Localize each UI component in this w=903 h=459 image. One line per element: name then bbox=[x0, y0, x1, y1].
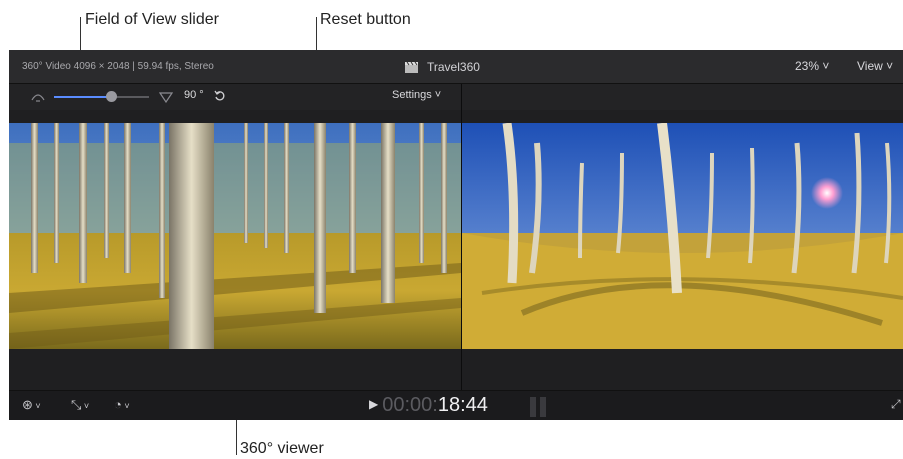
project-title: Travel360 bbox=[427, 60, 480, 74]
playback-bar: ⊛ ˅ ⤡ ˅ ◔ ˅ ▶ 00:00:18:44 ⤢ bbox=[9, 390, 903, 420]
viewer-header: 360° Video 4096 × 2048 | 59.94 fps, Ster… bbox=[9, 50, 903, 84]
audio-meter-icon bbox=[530, 397, 548, 417]
wide-fov-icon bbox=[159, 92, 173, 103]
fov-slider-fill bbox=[54, 96, 111, 98]
chevron-down-icon: ˅ bbox=[81, 401, 90, 411]
speedometer-icon: ◔ bbox=[114, 397, 122, 412]
transform-tools-menu[interactable]: ⤡ ˅ bbox=[71, 397, 89, 413]
reset-icon[interactable] bbox=[214, 90, 226, 102]
timecode-value: 18:44 bbox=[437, 394, 488, 416]
chevron-down-icon: ˅ bbox=[32, 401, 41, 411]
fov-value: 90 ° bbox=[184, 89, 204, 101]
settings-menu[interactable]: Settings ˅ bbox=[392, 89, 441, 101]
viewer-divider bbox=[461, 84, 462, 390]
timecode-display: ▶ 00:00:18:44 bbox=[369, 394, 488, 417]
fov-slider-knob[interactable] bbox=[106, 91, 117, 102]
viewer-options-menu[interactable]: ⊛ ˅ bbox=[22, 397, 41, 413]
callout-fov-slider: Field of View slider bbox=[85, 11, 219, 28]
timecode-leading: 00:00: bbox=[382, 394, 438, 416]
project-title-group: Travel360 bbox=[405, 60, 480, 74]
viewer-360-image[interactable] bbox=[9, 123, 461, 349]
view-menu[interactable]: View ˅ bbox=[857, 59, 893, 73]
retime-menu[interactable]: ◔ ˅ bbox=[114, 397, 130, 412]
zoom-menu[interactable]: 23% ˅ bbox=[795, 59, 829, 73]
narrow-fov-icon bbox=[31, 94, 45, 102]
360-viewer-icon: ⊛ bbox=[22, 397, 33, 412]
final-cut-viewer-window: 360° Video 4096 × 2048 | 59.94 fps, Ster… bbox=[9, 50, 903, 420]
equirect-toolbar bbox=[462, 84, 903, 110]
clapperboard-icon bbox=[405, 61, 418, 73]
chevron-down-icon: ˅ bbox=[121, 401, 130, 411]
equirectangular-preview bbox=[462, 123, 903, 349]
callout-360-viewer: 360° viewer bbox=[240, 440, 324, 457]
video-format-info: 360° Video 4096 × 2048 | 59.94 fps, Ster… bbox=[22, 61, 214, 72]
fullscreen-icon[interactable]: ⤢ bbox=[891, 397, 901, 412]
transform-icon: ⤡ bbox=[71, 397, 82, 412]
callout-reset-button: Reset button bbox=[320, 11, 411, 28]
play-icon[interactable]: ▶ bbox=[369, 397, 378, 411]
